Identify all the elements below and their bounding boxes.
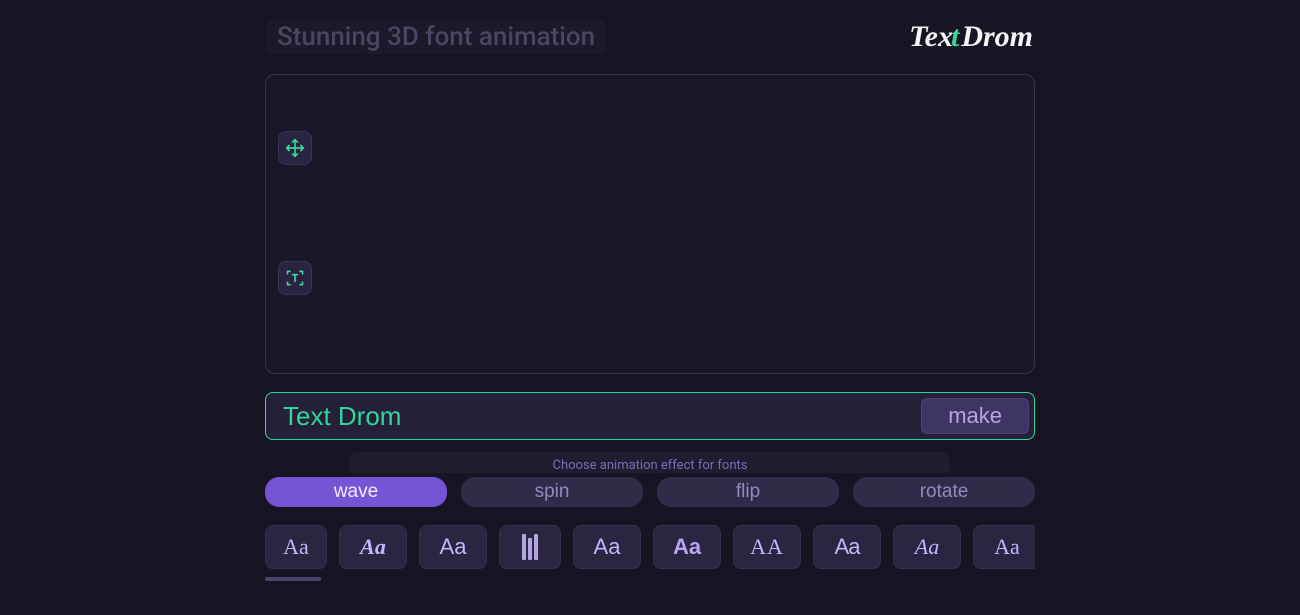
font-tile-9[interactable]: Aa <box>893 525 961 569</box>
effect-wave[interactable]: wave <box>265 477 447 507</box>
logo[interactable]: Tex t Drom <box>909 20 1033 54</box>
move-tool-button[interactable] <box>278 131 312 165</box>
font-sample: Aa <box>440 534 467 560</box>
font-sample: AA <box>750 534 784 560</box>
text-select-tool-button[interactable] <box>278 261 312 295</box>
font-sample: Aa <box>594 534 621 560</box>
font-tile-8[interactable]: Aa <box>813 525 881 569</box>
font-tile-7[interactable]: AA <box>733 525 801 569</box>
effect-spin[interactable]: spin <box>461 477 643 507</box>
logo-part-tex: Tex <box>909 20 953 54</box>
font-tile-4[interactable] <box>499 525 561 569</box>
font-tile-3[interactable]: Aa <box>419 525 487 569</box>
bars-icon <box>522 534 538 560</box>
arrows-move-icon <box>285 138 305 158</box>
text-input-row: make <box>265 392 1035 440</box>
text-input[interactable] <box>271 399 921 434</box>
tagline: Stunning 3D font animation <box>267 20 605 54</box>
effects-row: wave spin flip rotate <box>265 477 1035 507</box>
make-button[interactable]: make <box>921 398 1029 434</box>
header: Stunning 3D font animation Tex t Drom <box>265 20 1035 54</box>
font-tile-6[interactable]: Aa <box>653 525 721 569</box>
logo-part-t: t <box>951 20 959 54</box>
font-tile-2[interactable]: Aa <box>339 525 407 569</box>
font-sample: Aa <box>835 534 860 560</box>
fonts-scrollbar[interactable] <box>265 577 1035 581</box>
preview-canvas[interactable] <box>265 74 1035 374</box>
font-tile-1[interactable]: Aa <box>265 525 327 569</box>
font-sample: Aa <box>915 534 939 560</box>
font-sample: Aa <box>994 534 1020 560</box>
fonts-scrollbar-thumb[interactable] <box>265 577 321 581</box>
font-sample: Aa <box>673 534 701 560</box>
effects-hint-panel: Choose animation effect for fonts <box>350 452 950 473</box>
font-tile-10[interactable]: Aa <box>973 525 1035 569</box>
font-sample: Aa <box>360 534 386 560</box>
font-sample: Aa <box>283 534 309 560</box>
fonts-row[interactable]: Aa Aa Aa Aa Aa AA Aa Aa Aa <box>265 525 1035 575</box>
effects-hint: Choose animation effect for fonts <box>358 458 942 473</box>
font-tile-5[interactable]: Aa <box>573 525 641 569</box>
logo-part-drom: Drom <box>961 20 1033 54</box>
effect-rotate[interactable]: rotate <box>853 477 1035 507</box>
effect-flip[interactable]: flip <box>657 477 839 507</box>
text-select-icon <box>285 268 305 288</box>
